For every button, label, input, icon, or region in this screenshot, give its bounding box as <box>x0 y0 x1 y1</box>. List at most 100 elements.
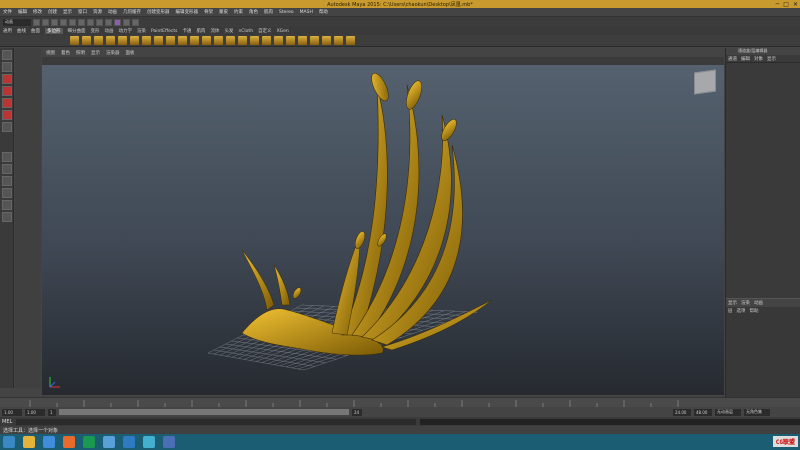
menu-item-0[interactable]: 文件 <box>3 9 12 15</box>
anim-layer-dropdown[interactable]: 无动画层 <box>715 408 741 416</box>
shelf-tab-7[interactable]: 动力学 <box>119 28 133 34</box>
panel-menu-item-5[interactable]: 面板 <box>126 50 135 56</box>
shelf-tab-16[interactable]: XGen <box>277 29 289 34</box>
channel-box-tab-0[interactable]: 通道 <box>728 56 737 62</box>
shelf-tool-icon[interactable] <box>94 36 103 45</box>
shelf-tool-icon[interactable] <box>82 36 91 45</box>
select-component-icon[interactable] <box>78 18 85 26</box>
shelf-tab-4[interactable]: 细分曲面 <box>68 28 86 34</box>
panel-menu-item-0[interactable]: 视图 <box>46 50 55 56</box>
shelf-tool-icon[interactable] <box>310 36 319 45</box>
shelf-tab-1[interactable]: 曲线 <box>17 28 26 34</box>
menu-item-4[interactable]: 显示 <box>63 9 72 15</box>
menu-item-5[interactable]: 窗口 <box>78 9 87 15</box>
layout-graph-icon[interactable] <box>2 188 12 198</box>
new-scene-icon[interactable] <box>33 18 40 26</box>
shelf-tab-11[interactable]: 肌肉 <box>196 28 205 34</box>
menu-item-15[interactable]: 肌肉 <box>264 9 273 15</box>
menu-item-10[interactable]: 编辑变形器 <box>176 9 199 15</box>
shelf-tool-icon[interactable] <box>322 36 331 45</box>
menu-item-3[interactable]: 创建 <box>48 9 57 15</box>
shelf-tool-icon[interactable] <box>226 36 235 45</box>
shelf-tool-icon[interactable] <box>130 36 139 45</box>
menu-item-6[interactable]: 资源 <box>93 9 102 15</box>
lasso-tool-icon[interactable] <box>2 62 12 72</box>
shelf-tool-icon[interactable] <box>286 36 295 45</box>
menu-item-17[interactable]: MASH <box>300 10 313 15</box>
shelf-tab-9[interactable]: PaintEffects <box>151 29 177 34</box>
shelf-tool-icon[interactable] <box>214 36 223 45</box>
paint-select-icon[interactable] <box>2 74 12 84</box>
shelf-tab-12[interactable]: 流体 <box>210 28 219 34</box>
render-icon[interactable] <box>114 18 121 26</box>
start-time-field[interactable]: 1.00 <box>2 408 22 416</box>
shelf-tool-icon[interactable] <box>142 36 151 45</box>
shelf-tab-14[interactable]: nCloth <box>238 29 253 34</box>
maximize-icon[interactable]: □ <box>783 1 789 8</box>
snap-point-icon[interactable] <box>105 18 112 26</box>
menu-item-9[interactable]: 创建变形器 <box>147 9 170 15</box>
scale-tool-icon[interactable] <box>2 110 12 120</box>
layout-single-icon[interactable] <box>2 152 12 162</box>
shelf-tab-2[interactable]: 曲面 <box>31 28 40 34</box>
shelf-tool-icon[interactable] <box>166 36 175 45</box>
command-input[interactable] <box>16 418 417 425</box>
menu-set-dropdown[interactable]: 动画 <box>3 18 31 26</box>
menu-item-8[interactable]: 几何缓存 <box>123 9 141 15</box>
layer-menu-item-2[interactable]: 帮助 <box>750 308 759 314</box>
menu-item-18[interactable]: 帮助 <box>319 9 328 15</box>
layer-menu-item-1[interactable]: 选项 <box>737 308 746 314</box>
select-object-icon[interactable] <box>69 18 76 26</box>
channel-box-tab-3[interactable]: 显示 <box>767 56 776 62</box>
file-explorer-icon[interactable] <box>23 436 35 448</box>
layer-menu-item-0[interactable]: 层 <box>728 308 733 314</box>
ipr-render-icon[interactable] <box>123 18 130 26</box>
shelf-tool-icon[interactable] <box>250 36 259 45</box>
current-range-start-field[interactable]: 1.00 <box>25 408 45 416</box>
windows-start-icon[interactable] <box>3 436 15 448</box>
app-icon[interactable] <box>143 436 155 448</box>
panel-menu-item-2[interactable]: 照明 <box>76 50 85 56</box>
shelf-tool-icon[interactable] <box>334 36 343 45</box>
shelf-tool-icon[interactable] <box>70 36 79 45</box>
shelf-tab-15[interactable]: 自定义 <box>258 28 272 34</box>
snap-grid-icon[interactable] <box>87 18 94 26</box>
shelf-tool-icon[interactable] <box>154 36 163 45</box>
move-tool-icon[interactable] <box>2 86 12 96</box>
menu-item-14[interactable]: 角色 <box>249 9 258 15</box>
maya-icon[interactable] <box>163 436 175 448</box>
time-slider[interactable] <box>0 397 800 407</box>
shelf-tool-icon[interactable] <box>202 36 211 45</box>
select-tool-icon[interactable] <box>2 50 12 60</box>
anim-end-field[interactable]: 48.00 <box>694 408 712 416</box>
panel-menu-item-4[interactable]: 渲染器 <box>106 50 120 56</box>
menu-item-11[interactable]: 骨架 <box>204 9 213 15</box>
range-bar[interactable] <box>59 409 349 415</box>
rotate-tool-icon[interactable] <box>2 98 12 108</box>
app-icon[interactable] <box>103 436 115 448</box>
menu-item-13[interactable]: 约束 <box>234 9 243 15</box>
app-icon[interactable] <box>63 436 75 448</box>
shelf-tab-3[interactable]: 多边形 <box>45 28 63 34</box>
shelf-tab-10[interactable]: 卡通 <box>182 28 191 34</box>
last-tool-icon[interactable] <box>2 122 12 132</box>
shelf-tool-icon[interactable] <box>238 36 247 45</box>
open-scene-icon[interactable] <box>42 18 49 26</box>
shelf-tab-5[interactable]: 变形 <box>91 28 100 34</box>
shelf-tool-icon[interactable] <box>106 36 115 45</box>
layout-persp-outliner-icon[interactable] <box>2 176 12 186</box>
shelf-tool-icon[interactable] <box>262 36 271 45</box>
layer-tab-2[interactable]: 动画 <box>754 300 763 306</box>
menu-item-16[interactable]: Stereo <box>279 10 294 15</box>
snap-curve-icon[interactable] <box>96 18 103 26</box>
end-time-field[interactable]: 24.00 <box>673 408 691 416</box>
shelf-tab-6[interactable]: 动画 <box>105 28 114 34</box>
menu-item-1[interactable]: 编辑 <box>18 9 27 15</box>
shelf-tool-icon[interactable] <box>190 36 199 45</box>
ie-icon[interactable] <box>43 436 55 448</box>
close-icon[interactable]: ✕ <box>793 1 798 8</box>
layout-render-icon[interactable] <box>2 212 12 222</box>
layout-four-icon[interactable] <box>2 164 12 174</box>
panel-menu-item-3[interactable]: 显示 <box>91 50 100 56</box>
menu-item-2[interactable]: 修改 <box>33 9 42 15</box>
